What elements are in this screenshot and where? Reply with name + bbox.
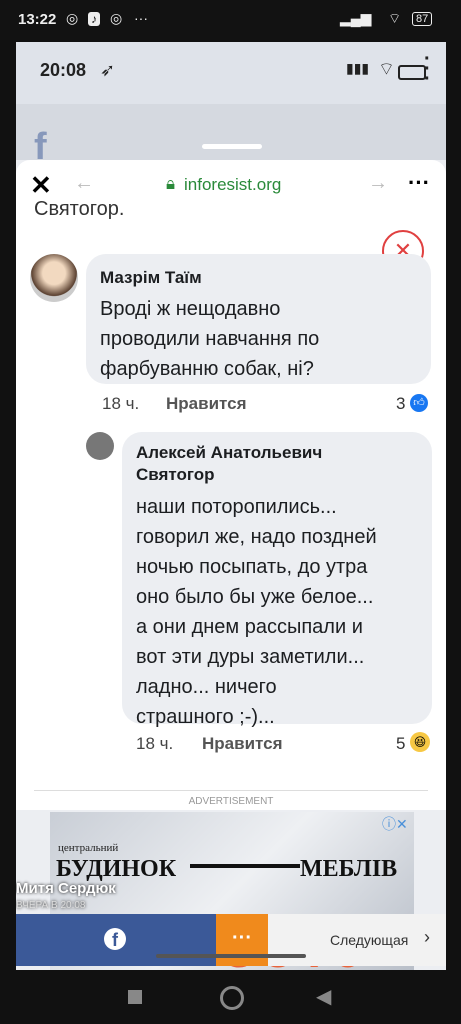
home-indicator	[156, 954, 306, 958]
back-icon[interactable]: ←	[74, 172, 94, 195]
instagram-icon-2: ◎	[110, 10, 123, 26]
like-button[interactable]: Нравится	[202, 734, 283, 754]
comment-time: 18 ч.	[102, 394, 140, 413]
divider	[34, 790, 428, 791]
system-nav-bar: ◀	[0, 970, 461, 1024]
comment-line: страшного ;-)...	[136, 706, 275, 728]
instagram-icon: ◎	[66, 10, 79, 26]
comment-line: вот эти дуры заметили...	[136, 646, 365, 668]
forward-icon[interactable]: →	[368, 172, 388, 195]
comment-text: Вроді ж нещодавно проводили навчання по …	[100, 294, 319, 384]
author-line: Святогор	[136, 465, 215, 484]
ad-brand-right: МЕБЛІВ	[300, 856, 398, 882]
overflow-menu-icon[interactable]: · · ·	[424, 49, 431, 89]
next-label: Следующая	[330, 932, 409, 948]
comment-text: наши поторопились... говорил же, надо по…	[136, 492, 377, 732]
wifi-icon: ⌔	[388, 10, 402, 26]
comment-line: наши поторопились...	[136, 496, 337, 518]
inner-wifi-icon: ⌔	[378, 59, 395, 79]
comments-area: Святогор. ✕ Мазрім Таїм Вроді ж нещодавн…	[16, 198, 446, 810]
more-icon[interactable]: ···	[408, 170, 430, 196]
battery-icon: 87	[412, 12, 433, 26]
reaction-count: 5	[396, 734, 406, 753]
ad-choices-icon[interactable]: ⓘ✕	[382, 814, 408, 834]
comment-author[interactable]: Мазрім Таїм	[100, 268, 202, 288]
next-button[interactable]: Следующая ›	[268, 914, 446, 966]
ad-label: ADVERTISEMENT	[188, 796, 274, 807]
more-notifications-icon: ···	[134, 10, 148, 26]
like-reaction-icon: 👍︎	[410, 394, 428, 412]
inner-signal-icon: ▮▮▮	[346, 60, 370, 76]
url-text[interactable]: inforesist.org	[184, 175, 281, 195]
avatar[interactable]	[86, 432, 114, 460]
haha-reaction-icon: 😆︎	[410, 732, 430, 752]
reaction-count: 3	[396, 394, 406, 413]
comment-line: фарбуванню собак, ні?	[100, 358, 314, 380]
ad-logo-line	[190, 864, 300, 868]
comment-time: 18 ч.	[136, 734, 174, 753]
ad-brand-left: БУДИНОК	[56, 856, 177, 882]
status-time: 13:22	[18, 11, 57, 28]
comment-line: оно было бы уже белое...	[136, 586, 374, 608]
phone-status-bar: 13:22 ◎ ♪ ◎ ··· ▂▄▆ ⌔ 87	[0, 0, 461, 40]
signal-icon: ▂▄▆	[340, 10, 372, 26]
lock-icon: 🔒︎	[166, 174, 176, 193]
facebook-icon: f	[104, 928, 126, 950]
screenshot-frame: 20:08 ➶ ▮▮▮ ⌔ · · · f ✕ ← 🔒︎ inforesist.or…	[16, 42, 446, 972]
cut-off-text: Святогор.	[34, 198, 125, 220]
recent-apps-icon[interactable]	[128, 990, 142, 1004]
ad-brand-small: центральний	[58, 842, 119, 854]
drag-handle[interactable]	[202, 144, 262, 149]
back-nav-icon[interactable]: ◀	[316, 984, 331, 1009]
story-user-name[interactable]: Митя Сердюк	[16, 880, 116, 897]
comment-line: ночью посыпать, до утра	[136, 556, 368, 578]
avatar[interactable]	[30, 254, 78, 302]
close-icon[interactable]: ✕	[30, 170, 52, 201]
facebook-share-button[interactable]: f	[16, 914, 216, 966]
comment-line: говорил же, надо поздней	[136, 526, 377, 548]
like-button[interactable]: Нравится	[166, 394, 247, 414]
comment-bubble-2: Алексей Анатольевич Святогор наши поторо…	[122, 432, 432, 728]
inner-time: 20:08	[40, 60, 87, 80]
more-share-button[interactable]: ···	[216, 914, 268, 966]
inner-battery-icon	[398, 65, 426, 80]
chevron-right-icon: ›	[424, 927, 430, 947]
background-page: f	[16, 104, 446, 168]
tiktok-icon: ♪	[88, 12, 100, 26]
story-bottom-bar: f ··· Следующая ›	[16, 914, 446, 966]
location-icon: ➶	[100, 60, 116, 80]
comment-bubble-1: Мазрім Таїм Вроді ж нещодавно проводили …	[86, 254, 431, 384]
inner-status-bar: 20:08 ➶ ▮▮▮ ⌔ · · ·	[16, 42, 446, 104]
comment-author[interactable]: Алексей Анатольевич Святогор	[136, 442, 322, 486]
home-icon[interactable]	[220, 986, 244, 1010]
comment-line: проводили навчання по	[100, 328, 320, 350]
author-line: Алексей Анатольевич	[136, 443, 323, 462]
comment-line: ладно... ничего	[136, 676, 277, 698]
story-time: ВЧЕРА В 20:08	[16, 900, 86, 911]
comment-line: Вроді ж нещодавно	[100, 298, 281, 320]
comment-line: а они днем рассыпали и	[136, 616, 363, 638]
